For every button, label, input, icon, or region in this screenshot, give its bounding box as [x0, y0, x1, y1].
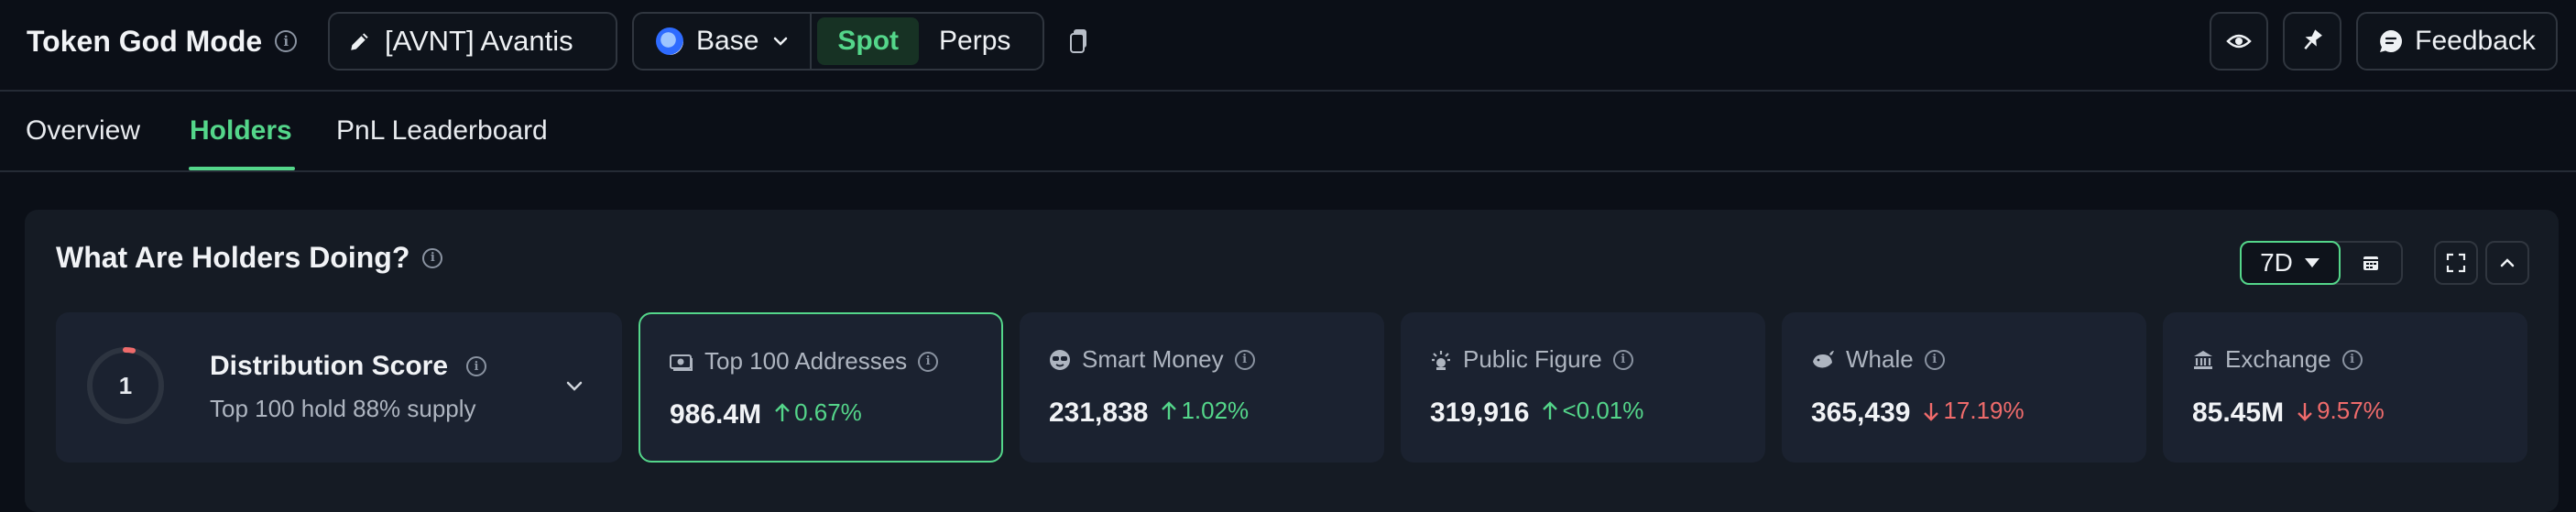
change-down: 17.19% [1923, 397, 2025, 425]
arrow-down-icon [1924, 402, 1939, 421]
card-header: Public Figure i [1430, 345, 1633, 374]
arrow-down-icon [2298, 402, 2312, 421]
card-value-row: 85.45M 9.57% [2192, 397, 2385, 429]
eye-icon [2226, 34, 2252, 49]
pencil-icon [351, 33, 368, 50]
card-header: Whale i [1811, 345, 1945, 374]
card-value: 986.4M [670, 398, 762, 430]
card-value-row: 365,439 17.19% [1811, 397, 2025, 429]
spot-toggle[interactable]: Spot [817, 17, 920, 65]
whale-icon [1813, 350, 1834, 367]
distribution-subtitle: Top 100 hold 88% supply [210, 395, 476, 422]
card-value: 85.45M [2192, 397, 2285, 428]
change-value: 17.19% [1943, 397, 2025, 424]
change-value: <0.01% [1562, 397, 1644, 424]
info-icon[interactable]: i [275, 30, 298, 52]
chevron-down-icon [774, 37, 788, 46]
card-value: 365,439 [1811, 397, 1911, 428]
collapse-button[interactable] [2485, 241, 2529, 285]
card-label: Exchange [2225, 345, 2331, 373]
change-value: 1.02% [1181, 397, 1250, 424]
calendar-icon [2363, 256, 2378, 270]
token-selector-button[interactable]: [AVNT] Avantis [328, 12, 617, 71]
card-value-row: 231,838 1.02% [1049, 397, 1249, 429]
metric-card-smart-money[interactable]: Smart Money i 231,838 1.02% [1020, 312, 1384, 463]
metric-card-whale[interactable]: Whale i 365,439 17.19% [1782, 312, 2146, 463]
arrow-up-icon [775, 402, 790, 421]
metric-card-exchange[interactable]: Exchange i 85.45M 9.57% [2163, 312, 2527, 463]
info-icon[interactable]: i [466, 356, 487, 376]
chevron-up-icon [2500, 258, 2515, 267]
metric-card-public-figure[interactable]: Public Figure i 319,916 <0.01% [1401, 312, 1765, 463]
card-value-row: 319,916 <0.01% [1430, 397, 1643, 429]
card-value: 319,916 [1430, 397, 1530, 428]
copy-icon[interactable] [1068, 27, 1090, 55]
pin-icon [2304, 29, 2322, 49]
tab-overview[interactable]: Overview [26, 115, 140, 152]
chat-bubble-icon [2380, 30, 2403, 52]
card-value: 231,838 [1049, 397, 1149, 428]
info-icon[interactable]: i [2341, 349, 2363, 370]
card-label: Whale [1846, 345, 1914, 373]
distribution-title-group: Distribution Score i [210, 351, 487, 382]
arrow-up-icon [1162, 400, 1177, 419]
info-icon[interactable]: i [1234, 349, 1255, 370]
fullscreen-button[interactable] [2434, 241, 2478, 285]
card-label: Public Figure [1463, 345, 1602, 373]
spotlight-icon [1432, 350, 1450, 370]
arrow-up-icon [1543, 400, 1558, 419]
base-chain-icon [656, 27, 683, 55]
cash-icon [670, 354, 693, 371]
change-up: 1.02% [1161, 397, 1249, 425]
holders-activity-panel: What Are Holders Doing? i 7D 1 Distribut… [25, 210, 2559, 512]
watch-button[interactable] [2210, 12, 2268, 71]
chain-market-group: Base Spot Perps [632, 12, 1044, 71]
change-up: 0.67% [774, 398, 862, 427]
period-label: 7D [2260, 248, 2293, 277]
caret-down-icon [2304, 258, 2319, 267]
distribution-score-value: 1 [118, 371, 133, 399]
tab-pnl-leaderboard[interactable]: PnL Leaderboard [336, 115, 548, 152]
metric-card-top-100[interactable]: Top 100 Addresses i 986.4M 0.67% [639, 312, 1003, 463]
change-down: 9.57% [2297, 397, 2385, 425]
active-tab-indicator [189, 167, 295, 170]
perps-toggle[interactable]: Perps [919, 17, 1031, 65]
distribution-score-card[interactable]: 1 Distribution Score i Top 100 hold 88% … [56, 312, 622, 463]
app-title: Token God Mode [27, 24, 263, 58]
feedback-button[interactable]: Feedback [2356, 12, 2558, 71]
pin-button[interactable] [2283, 12, 2341, 71]
tab-bar: Overview Holders PnL Leaderboard [0, 93, 2576, 172]
tab-holders[interactable]: Holders [190, 115, 292, 152]
panel-title-group: What Are Holders Doing? i [56, 241, 443, 275]
change-value: 0.67% [794, 398, 862, 426]
info-icon[interactable]: i [1924, 349, 1945, 370]
card-label: Smart Money [1082, 345, 1224, 373]
info-icon[interactable]: i [918, 351, 939, 372]
chain-label: Base [696, 26, 759, 56]
top-bar: Token God Mode i [AVNT] Avantis Base Spo… [0, 0, 2576, 92]
app-title-group: Token God Mode i [27, 23, 298, 60]
token-label: [AVNT] Avantis [385, 25, 573, 57]
card-value-row: 986.4M 0.67% [670, 398, 862, 430]
calendar-button[interactable] [2341, 243, 2401, 283]
period-controls: 7D [2240, 241, 2403, 285]
distribution-title: Distribution Score [210, 351, 449, 381]
card-header: Top 100 Addresses i [670, 347, 939, 376]
sunglasses-icon [1050, 349, 1070, 370]
card-header: Smart Money i [1049, 345, 1255, 374]
chain-select[interactable]: Base [634, 14, 813, 69]
panel-title: What Are Holders Doing? [56, 241, 410, 274]
period-select[interactable]: 7D [2240, 241, 2341, 285]
chevron-down-icon[interactable] [563, 375, 585, 397]
info-icon[interactable]: i [422, 247, 443, 268]
card-label: Top 100 Addresses [704, 347, 908, 375]
bank-icon [2194, 350, 2212, 369]
info-icon[interactable]: i [1612, 349, 1633, 370]
fullscreen-icon [2446, 253, 2466, 273]
card-header: Exchange i [2192, 345, 2363, 374]
feedback-label: Feedback [2415, 26, 2536, 56]
change-value: 9.57% [2317, 397, 2385, 424]
change-up: <0.01% [1542, 397, 1643, 425]
